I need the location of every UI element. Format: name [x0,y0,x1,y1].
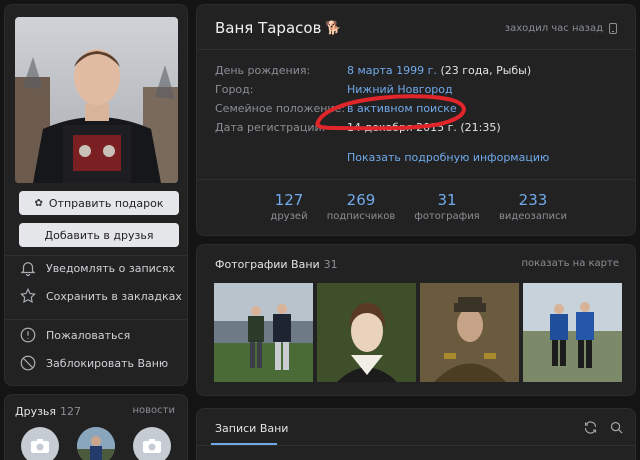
search-button[interactable] [609,420,624,439]
stat-videos[interactable]: 233 видеозаписи [493,191,573,222]
block-menu-item[interactable]: Заблокировать Ваню [19,354,168,372]
friend-avatar[interactable] [21,427,59,460]
stat-followers[interactable]: 269 подписчиков [321,191,401,222]
stat-label: видеозаписи [498,211,568,222]
photo-thumbnail[interactable] [214,283,313,382]
stat-friends[interactable]: 127 друзей [249,191,329,222]
registration-value: 14 декабря 2015 г. (21:35) [347,121,501,134]
photo-thumbnail[interactable] [420,283,519,382]
birthday-row: День рождения: 8 марта 1999 г. (23 года,… [215,64,531,77]
camera-icon [31,439,49,453]
stat-label: подписчиков [326,211,396,222]
profile-name: Ваня Тарасов 🐕 [215,19,342,37]
friends-header[interactable]: Друзья 127 [15,405,81,418]
photos-title: Фотографии Вани [215,258,320,271]
birthday-date-link[interactable]: 8 марта 1999 г. [347,64,437,77]
birthday-extra: (23 года, Рыбы) [440,64,532,77]
stat-number: 269 [346,191,376,209]
family-status-link[interactable]: в активном поиске [347,102,457,115]
bookmark-menu-item[interactable]: Сохранить в закладках [19,287,182,305]
stat-number: 127 [274,191,304,209]
camera-icon [143,439,161,453]
photo-thumbnail[interactable] [317,283,416,382]
stat-number: 233 [518,191,548,209]
friend-avatar[interactable] [77,427,115,460]
photos-header[interactable]: Фотографии Вани 31 [215,258,338,271]
last-seen: заходил час назад [505,23,617,34]
bell-icon [20,262,36,277]
family-label: Семейное положение: [215,102,346,115]
warning-icon [20,327,36,343]
profile-actions-card: ✿ Отправить подарок Добавить в друзья Ув… [4,4,188,386]
tab-posts[interactable]: Записи Вани [215,422,288,435]
stat-number: 31 [437,191,457,209]
profile-name-text: Ваня Тарасов [215,19,322,37]
city-link[interactable]: Нижний Новгород [347,83,453,96]
search-icon [610,421,623,434]
phone-icon [609,23,617,34]
city-label: Город: [215,83,254,96]
block-label: Заблокировать Ваню [46,356,169,370]
notify-menu-item[interactable]: Уведомлять о записях [19,259,175,277]
stat-photos[interactable]: 31 фотография [407,191,487,222]
show-on-map-link[interactable]: показать на карте [521,258,619,269]
report-label: Пожаловаться [46,328,131,342]
divider [197,179,635,180]
family-row: Семейное положение: в активном поиске [215,102,457,115]
photo-thumbnail[interactable] [523,283,622,382]
photos-count: 31 [323,258,338,271]
friends-news-link[interactable]: новости [133,405,176,416]
last-seen-text: заходил час назад [504,23,603,34]
gift-icon: ✿ [34,197,43,209]
posts-card: Записи Вани [196,408,636,460]
report-menu-item[interactable]: Пожаловаться [19,326,130,344]
dog-emoji-icon: 🐕 [325,20,342,36]
show-details-link[interactable]: Показать подробную информацию [347,151,549,164]
star-icon [20,287,36,304]
notify-label: Уведомлять о записях [46,261,175,275]
divider [197,445,635,446]
friend-avatar[interactable] [133,427,171,460]
add-friend-label: Добавить в друзья [44,228,154,242]
block-icon [20,355,36,371]
send-gift-button[interactable]: ✿ Отправить подарок [19,191,179,215]
divider [197,49,635,50]
divider [5,255,187,256]
stat-label: друзей [270,211,308,222]
add-friend-button[interactable]: Добавить в друзья [19,223,179,247]
bookmark-label: Сохранить в закладках [46,289,182,303]
registration-label: Дата регистрации: [215,121,326,134]
friends-card: Друзья 127 новости [4,394,188,460]
birthday-label: День рождения: [215,64,311,77]
photos-card: Фотографии Вани 31 показать на карте [196,244,636,396]
friends-count: 127 [60,405,82,418]
stat-label: фотография [414,211,480,222]
profile-info-card: Ваня Тарасов 🐕 заходил час назад День ро… [196,4,636,236]
friends-title: Друзья [15,405,57,418]
divider [5,319,187,320]
registration-row: Дата регистрации: 14 декабря 2015 г. (21… [215,121,501,134]
refresh-button[interactable] [583,420,598,439]
send-gift-label: Отправить подарок [48,196,164,210]
refresh-icon [584,421,597,434]
city-row: Город: Нижний Новгород [215,83,453,96]
profile-avatar[interactable] [15,17,178,183]
